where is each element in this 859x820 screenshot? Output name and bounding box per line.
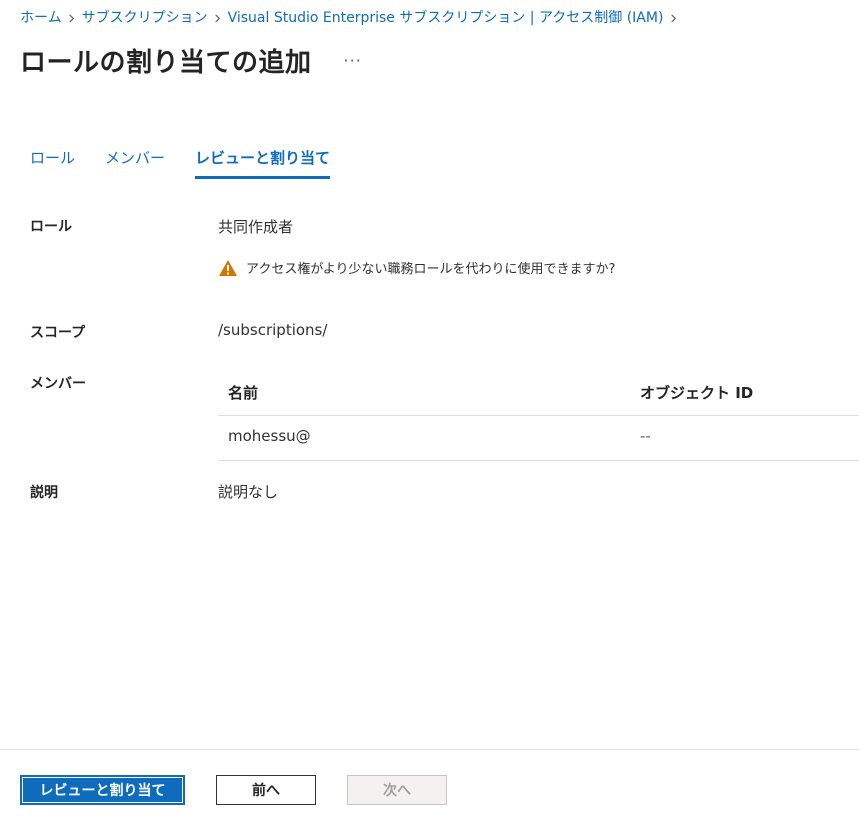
least-privilege-warning: アクセス権がより少ない職務ロールを代わりに使用できますか?	[218, 258, 615, 277]
footer-divider	[0, 749, 859, 750]
more-options-button[interactable]: ···	[338, 51, 368, 70]
title-row: ロールの割り当ての追加 ···	[20, 42, 368, 79]
previous-button[interactable]: 前へ	[216, 775, 316, 805]
tab-bar: ロール メンバー レビューと割り当て	[30, 147, 360, 179]
warning-text: アクセス権がより少ない職務ロールを代わりに使用できますか?	[246, 262, 616, 277]
member-object-id: --	[640, 427, 651, 445]
members-table-header: 名前 オブジェクト ID	[218, 371, 859, 416]
page-title: ロールの割り当ての追加	[20, 48, 312, 78]
chevron-right-icon	[62, 8, 82, 28]
table-row: mohessu@ --	[218, 416, 859, 461]
members-label: メンバー	[30, 376, 86, 392]
members-table: 名前 オブジェクト ID mohessu@ --	[218, 371, 859, 461]
scope-label: スコープ	[30, 325, 86, 341]
column-header-object-id: オブジェクト ID	[640, 384, 754, 402]
breadcrumb-home[interactable]: ホーム	[20, 8, 62, 28]
next-button[interactable]: 次へ	[347, 775, 447, 805]
chevron-right-icon	[663, 8, 683, 28]
page: ホーム サブスクリプション Visual Studio Enterprise サ…	[0, 0, 859, 820]
description-label: 説明	[30, 485, 58, 501]
role-value: 共同作成者	[218, 218, 294, 236]
review-assign-button[interactable]: レビューと割り当て	[20, 775, 185, 805]
warning-icon	[219, 259, 237, 276]
tab-role[interactable]: ロール	[30, 147, 75, 179]
tab-members[interactable]: メンバー	[105, 147, 165, 179]
breadcrumb: ホーム サブスクリプション Visual Studio Enterprise サ…	[20, 8, 683, 28]
breadcrumb-iam[interactable]: Visual Studio Enterprise サブスクリプション | アクセ…	[228, 8, 664, 28]
breadcrumb-subscriptions[interactable]: サブスクリプション	[82, 8, 208, 28]
description-value: 説明なし	[218, 483, 279, 501]
scope-value: /subscriptions/	[218, 321, 328, 339]
member-name: mohessu@	[228, 427, 311, 445]
chevron-right-icon	[208, 8, 228, 28]
tab-review-assign[interactable]: レビューと割り当て	[195, 147, 331, 179]
column-header-name: 名前	[228, 384, 259, 402]
role-label: ロール	[30, 219, 72, 235]
